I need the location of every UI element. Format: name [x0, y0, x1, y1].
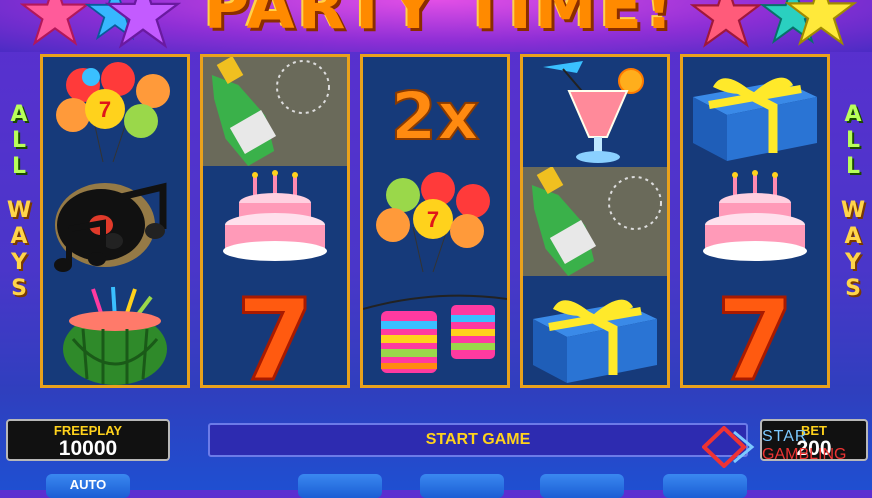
side-letter: Y	[845, 250, 861, 275]
diamond-logo-icon	[702, 426, 755, 468]
multiplier-label: 2x	[391, 78, 480, 155]
bottom-button-4[interactable]	[663, 474, 747, 498]
bottom-button-3[interactable]	[540, 474, 624, 498]
side-letter: S	[11, 276, 27, 301]
star-gambling-watermark: STAR GAMBLING	[700, 426, 870, 468]
champagne-icon	[203, 57, 347, 166]
side-letter: Y	[11, 250, 27, 275]
freeplay-value: 10000	[58, 437, 118, 460]
game-title: PARTY TIME!	[203, 0, 677, 43]
reel-4	[520, 54, 670, 388]
star-decoration-icon	[105, 0, 181, 49]
reel-5: 7	[680, 54, 830, 388]
cake-icon	[223, 170, 327, 261]
seven-label: 7	[427, 207, 439, 232]
balloons-icon: 7	[376, 172, 490, 273]
gift-icon	[693, 77, 817, 161]
bottom-button-2[interactable]	[420, 474, 504, 498]
champagne-icon	[523, 167, 667, 276]
freeplay-label: FREEPLAY	[53, 423, 123, 438]
side-letter: W	[6, 198, 32, 223]
star-decoration-icon	[785, 0, 857, 46]
side-letter: W	[840, 198, 866, 223]
freeplay-panel: FREEPLAY 10000	[6, 419, 170, 461]
side-letter: L	[845, 128, 861, 153]
reel-3: 2x 7	[360, 54, 510, 388]
music-note-icon	[54, 182, 167, 272]
side-letter: L	[845, 154, 861, 179]
side-letter: A	[10, 102, 28, 127]
seven-label: 7	[236, 279, 314, 388]
side-letter: A	[844, 102, 862, 127]
gift-icon	[533, 299, 657, 383]
all-ways-right: A L L W A Y S	[838, 102, 868, 302]
star-decoration-icon	[690, 0, 762, 48]
bottom-button-1[interactable]	[298, 474, 382, 498]
side-letter: S	[845, 276, 861, 301]
watermark-star-text: STAR	[762, 428, 808, 445]
side-letter: A	[10, 224, 28, 249]
seven-icon: 7	[235, 279, 316, 388]
start-game-button[interactable]: START GAME	[208, 423, 748, 457]
seven-label: 7	[99, 97, 111, 122]
lanterns-icon	[363, 294, 507, 373]
cake-icon	[703, 170, 807, 261]
star-decoration-icon	[20, 0, 90, 46]
reel-1: 7	[40, 54, 190, 388]
side-letter: L	[11, 128, 27, 153]
auto-button[interactable]: AUTO	[46, 474, 130, 498]
watermelon-icon	[63, 286, 167, 385]
reel-2: 7	[200, 54, 350, 388]
seven-label: 7	[716, 279, 794, 388]
cocktail-icon	[543, 61, 644, 163]
all-ways-left: A L L W A Y S	[4, 102, 34, 302]
seven-icon: 7	[715, 279, 796, 388]
side-letter: A	[844, 224, 862, 249]
side-letter: L	[11, 154, 27, 179]
multiplier-2x-icon: 2x	[390, 77, 481, 156]
watermark-gambling-text: GAMBLING	[762, 446, 847, 463]
balloons-icon: 7	[56, 62, 170, 163]
